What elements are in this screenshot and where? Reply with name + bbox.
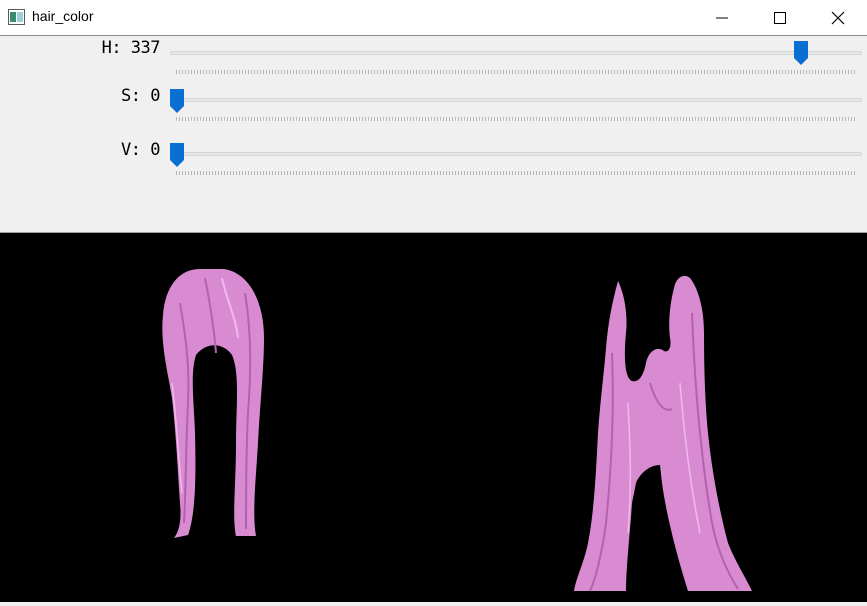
trackbar-v-label: V: 0 — [121, 140, 160, 160]
close-icon — [831, 11, 845, 25]
image-canvas — [0, 233, 867, 602]
hair-front-image — [162, 269, 264, 538]
trackbar-s-thumb[interactable] — [170, 89, 184, 113]
trackbar-s-label: S: 0 — [121, 86, 160, 106]
window-title: hair_color — [32, 8, 94, 24]
close-button[interactable] — [810, 0, 867, 35]
trackbar-v-thumb[interactable] — [170, 143, 184, 167]
maximize-icon — [774, 12, 786, 24]
maximize-button[interactable] — [752, 0, 810, 35]
minimize-icon — [716, 17, 728, 19]
title-bar[interactable]: hair_color — [0, 0, 867, 36]
trackbar-s-track[interactable] — [170, 98, 862, 102]
trackbar-v-track[interactable] — [170, 152, 862, 156]
hair-back-image — [574, 275, 752, 592]
app-icon — [8, 9, 25, 25]
trackbar-s-ticks — [176, 117, 856, 121]
trackbar-h-track[interactable] — [170, 51, 862, 55]
minimize-button[interactable] — [694, 0, 752, 35]
trackbar-h-label: H: 337 — [101, 38, 161, 58]
hair-preview — [162, 269, 752, 592]
trackbar-panel: H: 337 S: 0 V: 0 — [0, 36, 867, 233]
trackbar-h-ticks — [176, 70, 856, 74]
trackbar-h-thumb[interactable] — [793, 41, 808, 65]
trackbar-v-ticks — [176, 171, 856, 175]
